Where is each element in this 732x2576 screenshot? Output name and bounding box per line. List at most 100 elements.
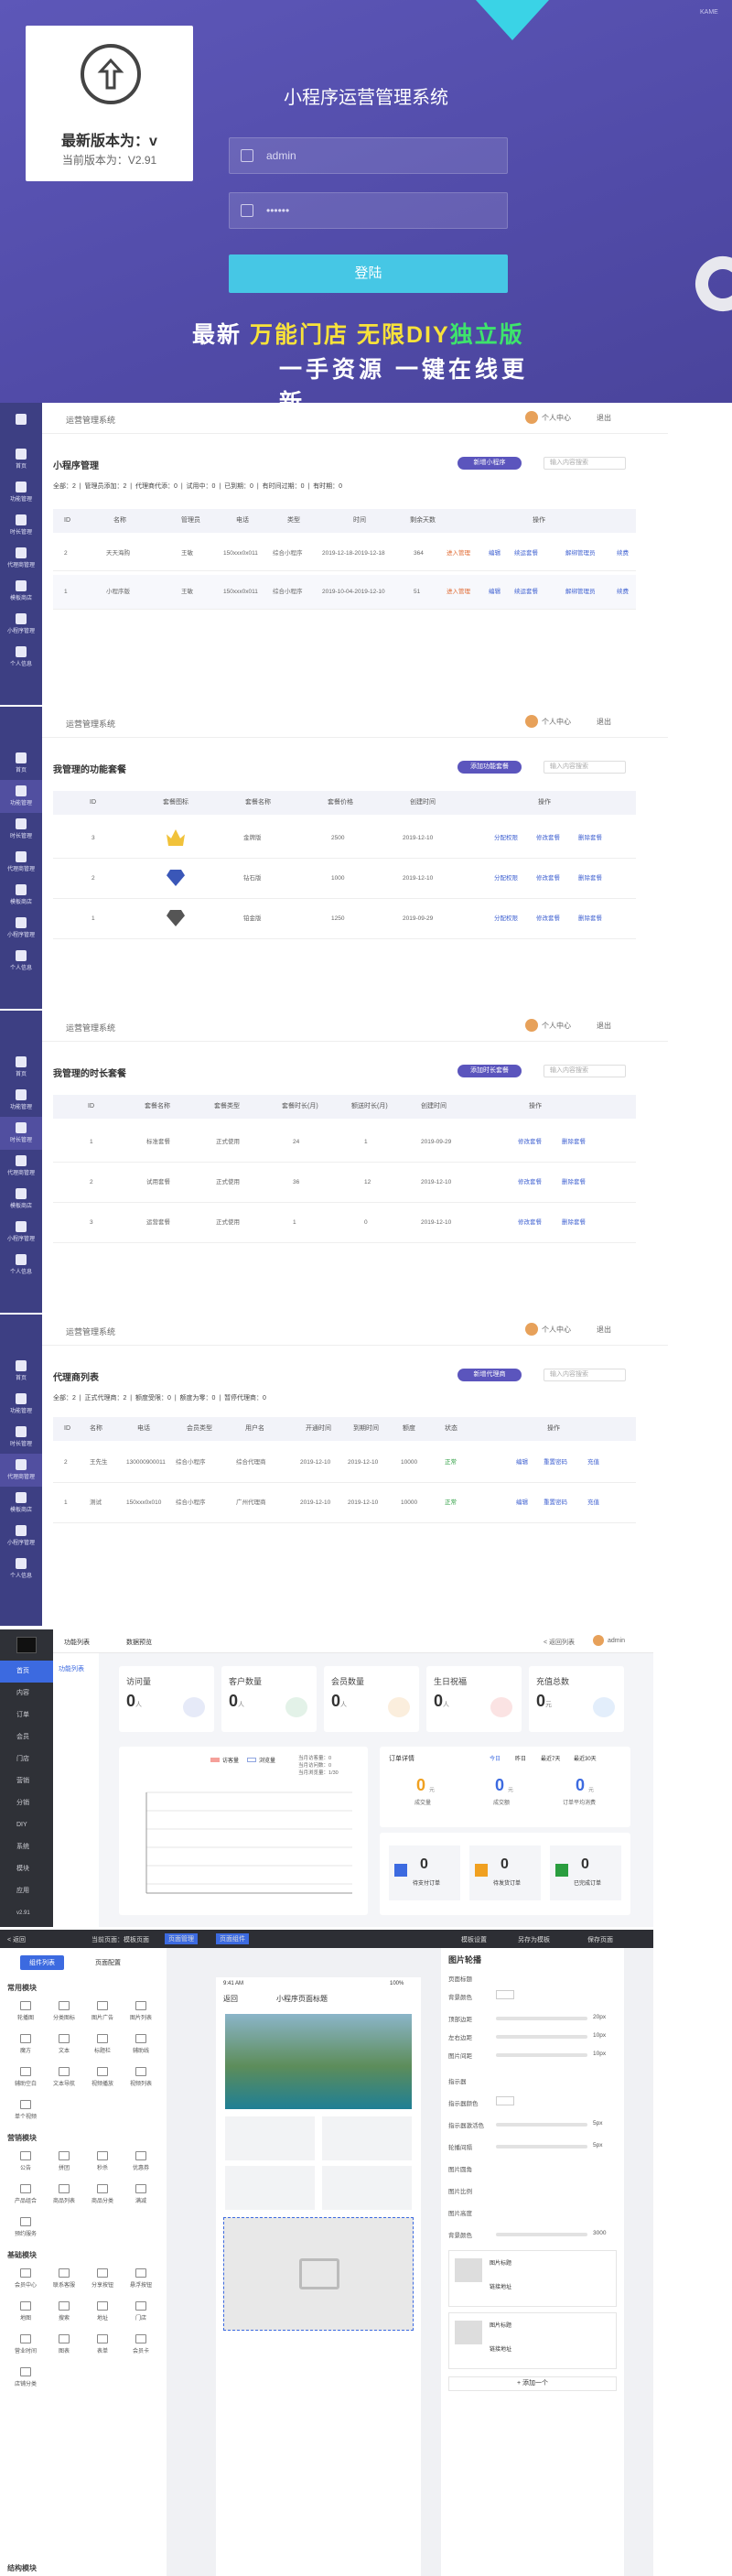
widget-category-icon[interactable]: 分类图标 [48, 1997, 81, 2025]
sidebar-item-miniapp[interactable]: 小程序管理 [0, 912, 42, 945]
renew-link[interactable]: 续费 [617, 536, 629, 571]
template-settings-button[interactable]: 模板设置 [461, 1935, 487, 1944]
sidebar-item-home[interactable]: 首页 [0, 443, 42, 476]
widget-hours[interactable]: 营业时间 [9, 2331, 42, 2358]
search-input[interactable]: 输入内容搜索 [544, 761, 626, 774]
slider-top-margin[interactable] [496, 2017, 587, 2020]
image-item[interactable]: 图片标题 链接地址 [448, 2250, 617, 2307]
widget-form[interactable]: 表单 [86, 2331, 119, 2358]
sidebar-item-agents[interactable]: 代理商管理 [0, 846, 42, 879]
promo-tile[interactable] [322, 2116, 412, 2160]
personal-link[interactable]: 个人中心 [542, 1325, 571, 1335]
tab-yesterday[interactable]: 昨日 [515, 1754, 526, 1762]
filter-tab[interactable]: 正式代理商：2 [85, 1395, 127, 1402]
widget-member-center[interactable]: 会员中心 [9, 2265, 42, 2292]
widget-text[interactable]: 文本 [48, 2030, 81, 2058]
username-input[interactable]: admin [229, 137, 508, 174]
page-manage-button[interactable]: 页面管理 [165, 1933, 198, 1944]
widget-video[interactable]: 视频播放 [86, 2063, 119, 2091]
back-to-list-link[interactable]: < 返回列表 [544, 1638, 575, 1647]
widget-single-video[interactable]: 单个视频 [9, 2096, 42, 2124]
edit-package-link[interactable]: 修改套餐 [518, 1203, 542, 1243]
save-as-template-button[interactable]: 另存为模板 [518, 1935, 550, 1944]
assign-permission-link[interactable]: 分配权限 [494, 859, 518, 899]
promo-tile[interactable] [322, 2166, 412, 2210]
filter-tab[interactable]: 额度为零：0 [180, 1395, 216, 1402]
tab-feature-list[interactable]: 功能列表 [64, 1638, 90, 1647]
sidebar-item-profile[interactable]: 个人信息 [0, 1553, 42, 1586]
personal-link[interactable]: 个人中心 [542, 1021, 571, 1031]
sidebar-item-features[interactable]: 功能管理 [0, 780, 42, 813]
edit-link[interactable]: 编辑 [516, 1443, 528, 1483]
sidebar-item-agents[interactable]: 代理商管理 [0, 542, 42, 575]
widget-divider[interactable]: 辅助线 [124, 2030, 157, 2058]
widget-store[interactable]: 门店 [124, 2298, 157, 2325]
slider-side-margin[interactable] [496, 2035, 587, 2039]
sidebar-item-miniapp[interactable]: 小程序管理 [0, 1216, 42, 1249]
sidebar-item-menu[interactable] [0, 408, 42, 441]
filter-tab[interactable]: 已到期：0 [224, 483, 253, 490]
avatar[interactable] [525, 715, 538, 728]
personal-link[interactable]: 个人中心 [542, 717, 571, 727]
renew-package-link[interactable]: 续运套餐 [514, 536, 538, 571]
widget-coupon[interactable]: 优惠券 [124, 2148, 157, 2175]
sidebar-item-agents[interactable]: 代理商管理 [0, 1454, 42, 1487]
sidebar-item-miniapp[interactable]: 小程序管理 [0, 1520, 42, 1553]
sidebar-item-profile[interactable]: 个人信息 [0, 641, 42, 674]
delete-package-link[interactable]: 删除套餐 [578, 859, 602, 899]
add-miniapp-button[interactable]: 新增小程序 [458, 457, 522, 470]
filter-tab[interactable]: 管理员添加：2 [85, 483, 127, 490]
filter-tab[interactable]: 全部：2 [53, 483, 76, 490]
widget-address[interactable]: 地址 [86, 2298, 119, 2325]
avatar[interactable] [593, 1635, 604, 1646]
avatar[interactable] [525, 1323, 538, 1336]
logout-link[interactable]: 退出 [597, 717, 611, 727]
group-marketing[interactable]: 营销模块 [7, 2133, 37, 2143]
filter-tab[interactable]: 代理商代添：0 [135, 483, 178, 490]
filter-tab[interactable]: 暂停代理商：0 [224, 1395, 266, 1402]
menu-item-diy[interactable]: DIY [0, 1814, 53, 1836]
reset-password-link[interactable]: 重置密码 [544, 1483, 567, 1523]
add-feature-package-button[interactable]: 添加功能套餐 [458, 761, 522, 774]
sidebar-item-templates[interactable]: 模板商店 [0, 1183, 42, 1216]
avatar[interactable] [525, 1019, 538, 1032]
menu-item-stores[interactable]: 门店 [0, 1748, 53, 1770]
delete-package-link[interactable]: 删除套餐 [578, 899, 602, 939]
unbind-admin-link[interactable]: 解绑管理员 [565, 536, 596, 571]
delete-package-link[interactable]: 删除套餐 [562, 1122, 586, 1163]
widget-notice[interactable]: 公告 [9, 2148, 42, 2175]
assign-permission-link[interactable]: 分配权限 [494, 899, 518, 939]
sidebar-item-duration[interactable]: 时长管理 [0, 1421, 42, 1454]
enter-manage-link[interactable]: 进入管理 [447, 575, 470, 610]
sidebar-item-templates[interactable]: 模板商店 [0, 1487, 42, 1520]
edit-package-link[interactable]: 修改套餐 [518, 1163, 542, 1203]
widget-product-list[interactable]: 商品列表 [48, 2181, 81, 2208]
edit-package-link[interactable]: 修改套餐 [536, 899, 560, 939]
widget-booking[interactable]: 预约服务 [9, 2213, 42, 2241]
personal-link[interactable]: 个人中心 [542, 413, 571, 423]
widget-member-card[interactable]: 会员卡 [124, 2331, 157, 2358]
recharge-link[interactable]: 充值 [587, 1483, 599, 1523]
tab-today[interactable]: 今日 [490, 1754, 501, 1762]
filter-tab[interactable]: 全部：2 [53, 1395, 76, 1402]
filter-tab[interactable]: 有时间过期：0 [263, 483, 305, 490]
menu-item-content[interactable]: 内容 [0, 1683, 53, 1705]
sidebar-item-home[interactable]: 首页 [0, 747, 42, 780]
menu-item-modules[interactable]: 模块 [0, 1858, 53, 1880]
search-input[interactable]: 输入内容搜索 [544, 1369, 626, 1381]
widget-image-ad[interactable]: 图片广告 [86, 1997, 119, 2025]
slider-indicator-active[interactable] [496, 2123, 587, 2127]
widget-search[interactable]: 搜索 [48, 2298, 81, 2325]
selected-carousel-block[interactable] [223, 2217, 414, 2331]
widget-group-buy[interactable]: 拼团 [48, 2148, 81, 2175]
edit-link[interactable]: 编辑 [489, 575, 501, 610]
admin-menu[interactable]: admin [608, 1638, 625, 1644]
widget-title-bar[interactable]: 标题栏 [86, 2030, 119, 2058]
widget-spacer[interactable]: 辅助空白 [9, 2063, 42, 2091]
sidebar-item-templates[interactable]: 模板商店 [0, 575, 42, 608]
sidebar-item-features[interactable]: 功能管理 [0, 476, 42, 509]
sidebar-item-miniapp[interactable]: 小程序管理 [0, 608, 42, 641]
sidebar-item-duration[interactable]: 时长管理 [0, 1117, 42, 1150]
search-input[interactable]: 输入内容搜索 [544, 457, 626, 470]
tab-components[interactable]: 组件列表 [20, 1955, 64, 1970]
